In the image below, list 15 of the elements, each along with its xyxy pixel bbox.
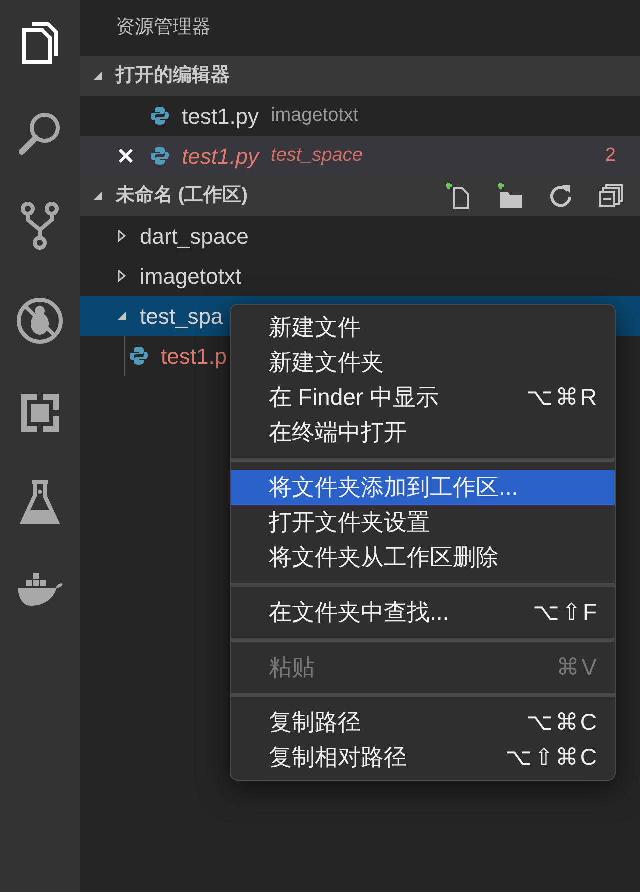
tree-label: imagetotxt [140,262,242,291]
problem-count: 2 [605,144,616,168]
shortcut-label: ⌥⇧⌘C [505,743,599,772]
folder-name: test_space [271,144,363,168]
tree-label: test1.p [161,342,228,371]
file-name: test1.py [182,102,260,131]
tree-label: test_spa [140,302,224,331]
shortcut-label: ⌘V [556,653,599,682]
tree-label: dart_space [140,222,249,251]
shortcut-label: ⌥⌘C [526,708,599,738]
folder-name: imagetotxt [271,104,359,128]
shortcut-label: ⌥⇧F [532,598,599,628]
file-name: test1.py [182,142,260,171]
sidebar-title: 资源管理器 [116,16,211,40]
shortcut-label: ⌥⌘R [526,383,599,412]
